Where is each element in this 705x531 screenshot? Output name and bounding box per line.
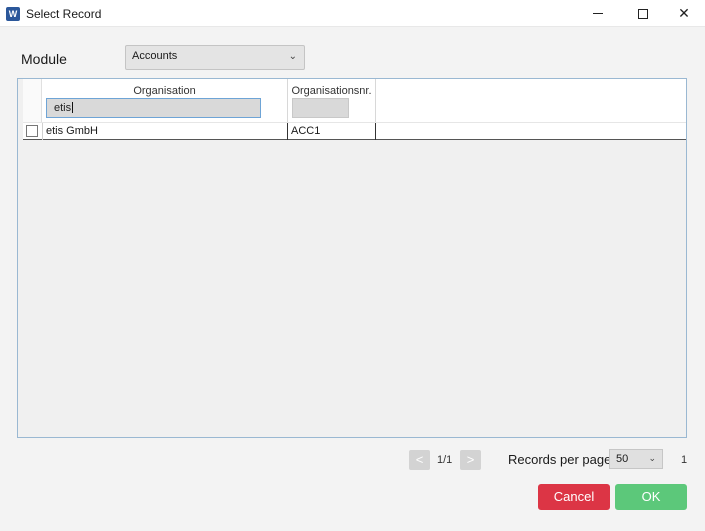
- organisation-filter-input[interactable]: etis: [46, 98, 261, 118]
- row-checkbox[interactable]: [26, 125, 38, 137]
- previous-page-button[interactable]: <: [409, 450, 430, 470]
- column-header-organisation[interactable]: Organisation etis: [42, 79, 288, 122]
- next-page-button[interactable]: >: [460, 450, 481, 470]
- cancel-button[interactable]: Cancel: [538, 484, 610, 510]
- table-row[interactable]: etis GmbH ACC1: [23, 123, 686, 140]
- close-icon: ✕: [678, 5, 690, 21]
- module-selected-value: Accounts: [132, 50, 178, 62]
- minimize-icon: [593, 13, 603, 14]
- grid-header: Organisation etis Organisationsnr.: [23, 79, 686, 122]
- maximize-icon: [638, 8, 648, 19]
- records-per-page-select[interactable]: 50 ⌄: [609, 449, 663, 469]
- organisation-filter-value: etis: [54, 102, 72, 114]
- records-per-page-label: Records per page: [508, 452, 612, 467]
- chevron-down-icon: ⌄: [648, 453, 656, 463]
- organisationsnr-filter-input[interactable]: [292, 98, 349, 118]
- column-label-organisationsnr: Organisationsnr.: [291, 85, 372, 97]
- word-app-icon: W: [6, 7, 20, 21]
- records-per-page-value: 50: [616, 453, 629, 465]
- select-column-header: [23, 79, 42, 122]
- minimize-button[interactable]: [575, 0, 621, 27]
- records-grid: Organisation etis Organisationsnr. etis …: [17, 78, 687, 438]
- title-bar: W Select Record ✕: [0, 0, 705, 27]
- window-title: Select Record: [26, 7, 102, 21]
- cell-organisation: etis GmbH: [42, 123, 288, 140]
- total-records-count: 1: [681, 454, 688, 466]
- cell-organisationsnr: ACC1: [288, 123, 376, 140]
- module-label: Module: [21, 51, 67, 67]
- column-label-organisation: Organisation: [133, 85, 196, 97]
- chevron-down-icon: ⌄: [288, 51, 297, 62]
- text-caret: [72, 102, 74, 113]
- maximize-button[interactable]: [620, 0, 666, 27]
- module-select[interactable]: Accounts ⌄: [125, 45, 305, 70]
- column-header-organisationsnr[interactable]: Organisationsnr.: [288, 79, 376, 122]
- ok-button[interactable]: OK: [615, 484, 687, 510]
- close-button[interactable]: ✕: [661, 0, 705, 27]
- page-info: 1/1: [437, 454, 453, 466]
